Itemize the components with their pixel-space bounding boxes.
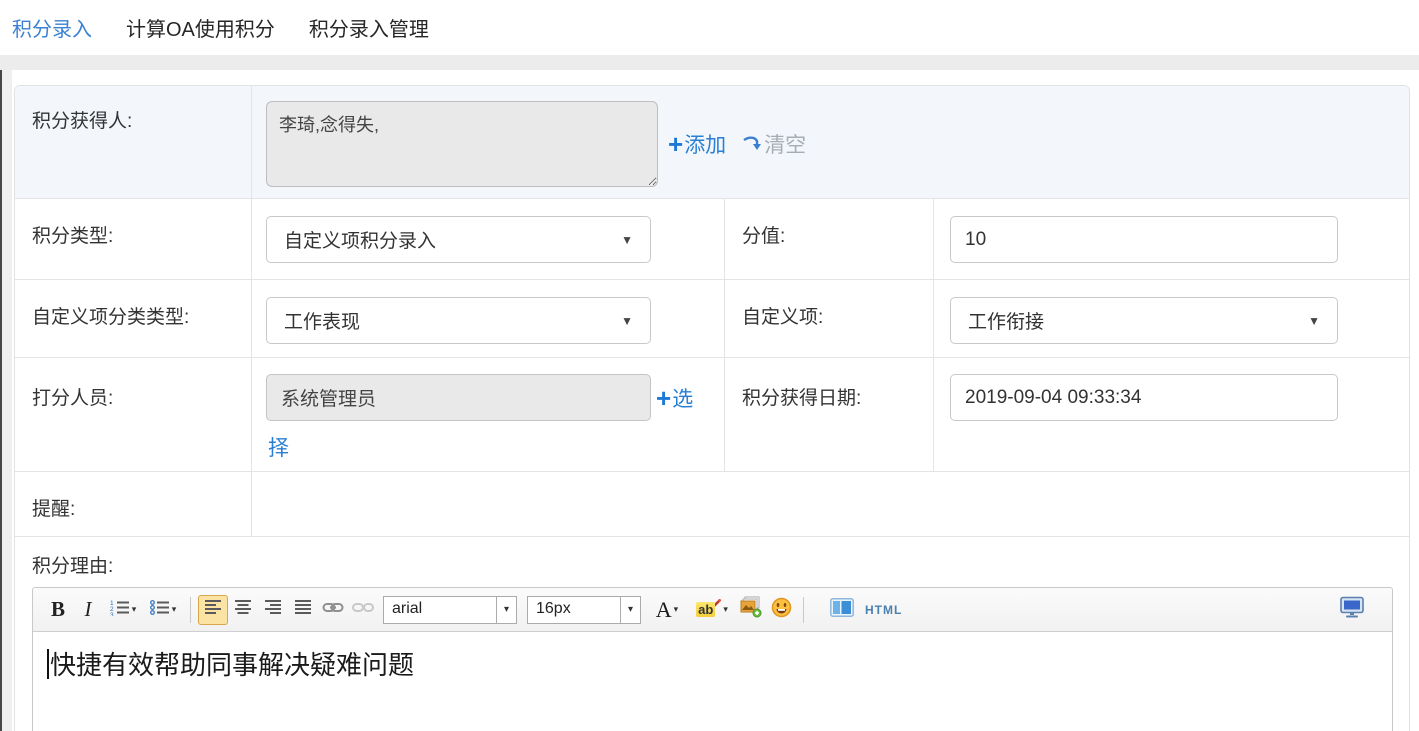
points-type-cell: 自定义项积分录入 ▼: [251, 198, 724, 279]
align-right-icon: [264, 599, 282, 620]
score-cell: [933, 198, 1409, 279]
select-arrow-icon: ▼: [621, 314, 633, 328]
category-type-cell: 工作表现 ▼: [251, 279, 724, 357]
unordered-list-icon: [150, 599, 170, 621]
scorer-input: [266, 374, 651, 421]
align-center-icon: [234, 599, 252, 620]
text-cursor: [47, 649, 49, 679]
add-recipient-button[interactable]: + 添加: [668, 129, 726, 159]
dropdown-caret-icon: ▾: [172, 604, 177, 615]
recipient-field-cell: 李琦,念得失, + 添加 清空: [251, 86, 1409, 198]
score-label: 分值:: [724, 198, 933, 279]
align-right-button[interactable]: [258, 595, 288, 625]
score-input[interactable]: [950, 216, 1338, 263]
dropdown-caret-icon: ▾: [496, 597, 516, 623]
font-size-select[interactable]: 16px ▾: [527, 596, 641, 624]
reason-text: 快捷有效帮助同事解决疑难问题: [50, 650, 414, 680]
unordered-list-button[interactable]: ▾: [143, 595, 183, 625]
align-justify-icon: [294, 599, 312, 620]
tab-calc-oa-points[interactable]: 计算OA使用积分: [126, 13, 275, 42]
align-left-button[interactable]: [198, 595, 228, 625]
points-entry-form: 积分获得人: 李琦,念得失, + 添加 清空: [14, 85, 1410, 731]
dropdown-caret-icon: ▾: [620, 597, 640, 623]
highlight-color-button[interactable]: ab ▾: [688, 595, 736, 625]
recipient-textarea[interactable]: 李琦,念得失,: [266, 101, 658, 187]
custom-item-select[interactable]: 工作衔接 ▼: [950, 297, 1338, 344]
scorer-cell: + 选 择: [251, 357, 724, 471]
toolbar-separator: [190, 597, 191, 623]
choose-scorer-button[interactable]: + 选: [656, 383, 693, 413]
recipient-label: 积分获得人:: [15, 86, 251, 198]
image-icon: [740, 596, 762, 623]
tab-points-entry-admin[interactable]: 积分录入管理: [309, 13, 429, 42]
left-window-gutter: [0, 70, 12, 731]
dropdown-caret-icon: ▾: [674, 604, 679, 615]
remove-link-button[interactable]: [348, 595, 378, 625]
insert-image-button[interactable]: [736, 595, 766, 625]
dropdown-caret-icon: ▾: [723, 604, 728, 615]
reason-label: 积分理由:: [32, 551, 1393, 578]
tab-bar: 积分录入 计算OA使用积分 积分录入管理: [0, 0, 1419, 55]
points-type-label: 积分类型:: [15, 198, 251, 279]
emoticon-button[interactable]: [766, 595, 796, 625]
tab-points-entry[interactable]: 积分录入: [12, 13, 92, 42]
align-justify-button[interactable]: [288, 595, 318, 625]
category-type-label: 自定义项分类类型:: [15, 279, 251, 357]
editor-toolbar: B I 1 2 3 ▾: [33, 588, 1392, 632]
svg-text:3: 3: [110, 612, 114, 616]
gain-date-label: 积分获得日期:: [724, 357, 933, 471]
gain-date-input[interactable]: [950, 374, 1338, 421]
link-icon: [322, 600, 344, 620]
panel-toggle-button[interactable]: [827, 595, 857, 625]
clear-arrow-icon: [742, 136, 762, 153]
fullscreen-button[interactable]: [1336, 595, 1368, 625]
category-type-select[interactable]: 工作表现 ▼: [266, 297, 651, 344]
points-type-select[interactable]: 自定义项积分录入 ▼: [266, 216, 651, 263]
select-arrow-icon: ▼: [1308, 314, 1320, 328]
editor-content-area[interactable]: 快捷有效帮助同事解决疑难问题: [33, 632, 1392, 731]
insert-link-button[interactable]: [318, 595, 348, 625]
gain-date-cell: [933, 357, 1409, 471]
layout-panel-icon: [830, 598, 854, 622]
align-center-button[interactable]: [228, 595, 258, 625]
rich-text-editor: B I 1 2 3 ▾: [32, 587, 1393, 731]
reason-section: 积分理由: B I 1 2 3: [15, 536, 1409, 731]
monitor-icon: [1339, 596, 1365, 624]
plus-icon: +: [668, 131, 683, 157]
clear-recipient-button[interactable]: 清空: [742, 129, 806, 159]
text-color-button[interactable]: A ▾: [646, 595, 688, 625]
custom-item-cell: 工作衔接 ▼: [933, 279, 1409, 357]
toolbar-separator: [803, 597, 804, 623]
choose-scorer-button-wrapped[interactable]: 择: [268, 432, 724, 462]
scorer-label: 打分人员:: [15, 357, 251, 471]
custom-item-label: 自定义项:: [724, 279, 933, 357]
ordered-list-button[interactable]: 1 2 3 ▾: [103, 595, 143, 625]
reminder-field-cell: [251, 471, 1409, 536]
align-left-icon: [204, 599, 222, 620]
divider-band: [0, 55, 1419, 70]
italic-button[interactable]: I: [73, 595, 103, 625]
plus-icon: +: [656, 385, 671, 411]
html-source-button[interactable]: HTML: [865, 603, 902, 617]
font-family-select[interactable]: arial ▾: [383, 596, 517, 624]
bold-button[interactable]: B: [43, 595, 73, 625]
ordered-list-icon: 1 2 3: [110, 599, 130, 621]
dropdown-caret-icon: ▾: [132, 604, 137, 615]
unlink-icon: [352, 600, 374, 620]
smiley-icon: [771, 597, 792, 623]
reminder-label: 提醒:: [15, 471, 251, 536]
select-arrow-icon: ▼: [621, 233, 633, 247]
